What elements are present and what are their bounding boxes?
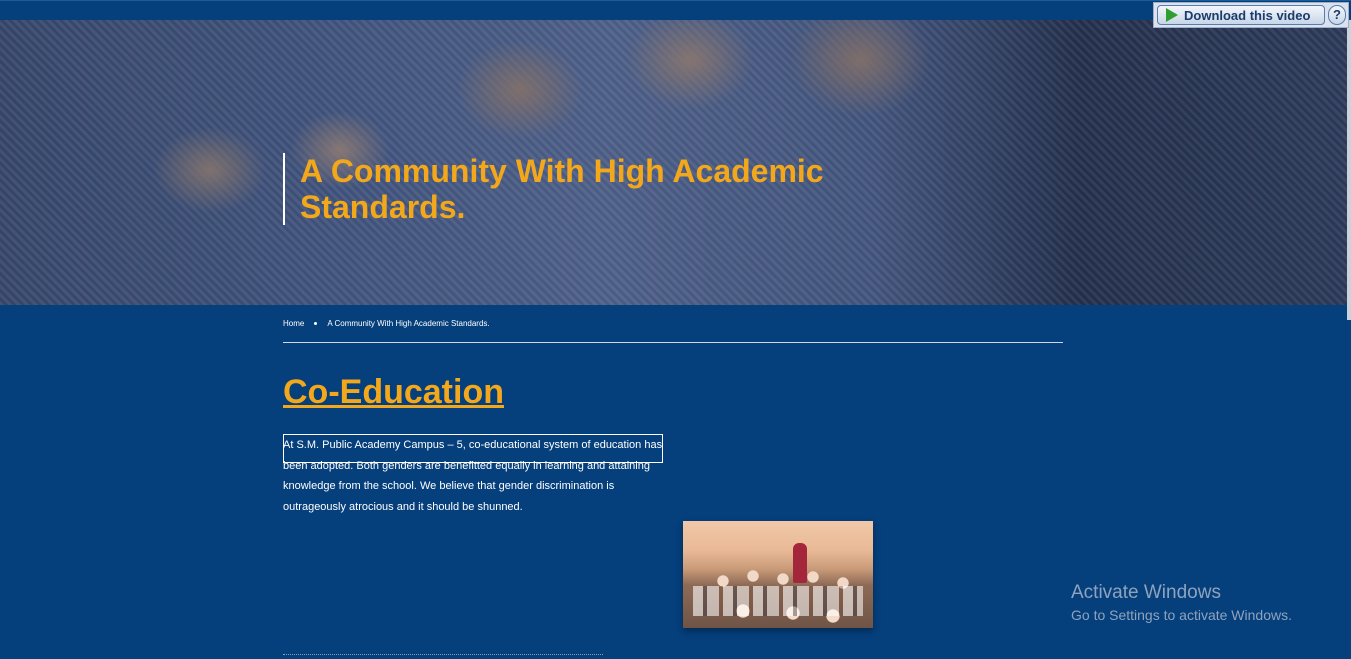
- teacher-figure: [793, 543, 807, 583]
- activate-windows-title: Activate Windows: [1071, 582, 1221, 603]
- help-icon[interactable]: ?: [1328, 5, 1346, 25]
- classroom-photo: [683, 521, 873, 628]
- section-title[interactable]: Co-Education: [283, 372, 504, 412]
- breadcrumb-separator-icon: [314, 322, 318, 325]
- hero-title: A Community With High Academic Standards…: [283, 153, 940, 225]
- divider: [283, 342, 1063, 343]
- breadcrumb: Home A Community With High Academic Stan…: [283, 319, 490, 328]
- text-selection-outline: [283, 434, 663, 463]
- top-bar: [0, 0, 1351, 20]
- activate-windows-subtitle: Go to Settings to activate Windows.: [1071, 607, 1292, 623]
- download-video-label: Download this video: [1184, 7, 1311, 23]
- breadcrumb-current: A Community With High Academic Standards…: [327, 319, 490, 328]
- breadcrumb-home-link[interactable]: Home: [283, 319, 304, 328]
- play-icon: [1166, 8, 1178, 22]
- clipped-text-line: [283, 654, 603, 659]
- scrollbar[interactable]: [1347, 20, 1351, 320]
- download-video-button[interactable]: Download this video: [1157, 5, 1325, 25]
- download-video-bar: Download this video ?: [1153, 2, 1349, 28]
- students-figure: [693, 586, 863, 616]
